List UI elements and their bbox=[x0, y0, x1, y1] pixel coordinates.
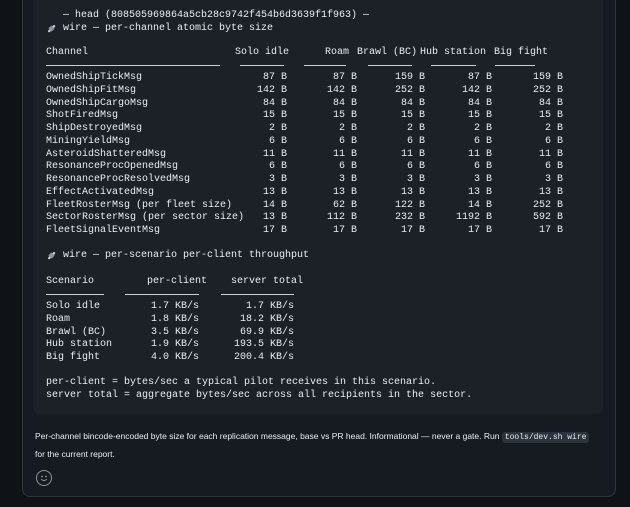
channel-size-cell: 14 B bbox=[262, 199, 287, 211]
channel-header-rule bbox=[495, 65, 535, 66]
channel-name-cell: OwnedShipTickMsg bbox=[46, 72, 143, 83]
channel-size-cell: 252 B bbox=[532, 199, 563, 211]
channel-header-rule bbox=[431, 65, 476, 66]
channel-size-cell: 252 B bbox=[532, 84, 563, 96]
channel-size-cell: 6 B bbox=[473, 135, 492, 147]
channel-name-cell: FleetRosterMsg (per fleet size) bbox=[46, 199, 233, 211]
satellite-icon bbox=[47, 251, 56, 260]
channel-size-cell: 87 B bbox=[467, 72, 492, 83]
channel-header-0: Channel bbox=[46, 47, 89, 58]
channel-size-cell: 13 B bbox=[262, 212, 287, 224]
scenario-name-cell: Hub station bbox=[46, 339, 113, 351]
channel-size-cell: 11 B bbox=[467, 148, 492, 160]
code-block: — head (808505969864a5cb28c9742f454b6d36… bbox=[33, 0, 603, 414]
channel-size-cell: 142 B bbox=[461, 84, 492, 96]
channel-size-cell: 6 B bbox=[544, 135, 563, 147]
channel-size-cell: 13 B bbox=[262, 186, 287, 198]
scenario-rate-cell: 69.9 KB/s bbox=[239, 326, 294, 338]
channel-name-cell: FleetSignalEventMsg bbox=[46, 225, 161, 236]
channel-size-cell: 3 B bbox=[473, 174, 492, 185]
channel-size-cell: 3 B bbox=[268, 174, 287, 185]
channel-size-cell: 17 B bbox=[538, 225, 563, 236]
channel-name-cell: AsteroidShatteredMsg bbox=[46, 148, 167, 160]
add-reaction-button[interactable] bbox=[36, 470, 52, 486]
channel-size-cell: 592 B bbox=[532, 212, 563, 224]
channel-size-cell: 87 B bbox=[262, 72, 287, 83]
channel-size-cell: 84 B bbox=[538, 97, 563, 109]
channel-header-rule bbox=[368, 65, 412, 66]
note-server-total: server total = aggregate bytes/sec acros… bbox=[46, 390, 473, 401]
scenario-header-2: server total bbox=[231, 276, 304, 287]
scenario-rate-cell: 1.8 KB/s bbox=[150, 313, 199, 325]
channel-name-cell: ResonanceProcResolvedMsg bbox=[46, 174, 191, 185]
channel-name-cell: EffectActivatedMsg bbox=[46, 186, 155, 198]
channel-size-cell: 6 B bbox=[473, 161, 492, 173]
scenario-header-rule bbox=[221, 294, 294, 295]
wire-title-channel: wire — per-channel atomic byte size bbox=[63, 23, 274, 34]
smiley-icon bbox=[40, 475, 48, 482]
channel-header-1: Solo idle bbox=[235, 47, 290, 58]
channel-size-cell: 2 B bbox=[268, 123, 287, 134]
scenario-rate-cell: 4.0 KB/s bbox=[150, 352, 199, 363]
description-text-end: for the current report. bbox=[35, 449, 115, 459]
channel-size-cell: 84 B bbox=[262, 97, 287, 109]
channel-size-cell: 11 B bbox=[538, 148, 563, 160]
channel-header-rule bbox=[46, 65, 220, 66]
scenario-name-cell: Roam bbox=[46, 313, 71, 325]
scenario-header-rule bbox=[125, 294, 199, 295]
note-per-client: per-client = bytes/sec a typical pilot r… bbox=[46, 377, 437, 388]
scenario-header-rule bbox=[46, 294, 104, 295]
channel-name-cell: OwnedShipCargoMsg bbox=[46, 97, 149, 109]
head-line: — head (808505969864a5cb28c9742f454b6d36… bbox=[63, 10, 370, 21]
channel-size-cell: 15 B bbox=[467, 110, 492, 122]
channel-header-5: Big fight bbox=[494, 47, 549, 58]
channel-header-3: Brawl (BC) bbox=[357, 47, 418, 58]
channel-name-cell: ResonanceProcOpenedMsg bbox=[46, 161, 179, 173]
channel-size-cell: 13 B bbox=[538, 186, 563, 198]
scenario-rate-cell: 200.4 KB/s bbox=[233, 352, 294, 363]
channel-size-cell: 6 B bbox=[544, 161, 563, 173]
channel-header-rule bbox=[240, 65, 284, 66]
scenario-rate-cell: 193.5 KB/s bbox=[233, 339, 294, 351]
channel-name-cell: OwnedShipFitMsg bbox=[46, 84, 137, 96]
channel-size-cell: 14 B bbox=[467, 199, 492, 211]
satellite-icon bbox=[47, 24, 56, 33]
command-code: tools/dev.sh wire bbox=[501, 432, 590, 443]
scenario-rate-cell: 3.5 KB/s bbox=[150, 326, 199, 338]
channel-size-cell: 6 B bbox=[268, 135, 287, 147]
scenario-rate-cell: 18.2 KB/s bbox=[239, 313, 294, 325]
channel-size-cell: 11 B bbox=[262, 148, 287, 160]
channel-size-cell: 17 B bbox=[467, 225, 492, 236]
channel-header-rule bbox=[304, 65, 346, 66]
description-text: Per-channel bincode-encoded byte size fo… bbox=[35, 431, 502, 441]
channel-header-4: Hub station bbox=[420, 47, 487, 58]
channel-size-cell: 13 B bbox=[467, 186, 492, 198]
scenario-header-0: Scenario bbox=[46, 276, 95, 287]
scenario-rate-cell: 1.9 KB/s bbox=[150, 339, 199, 351]
scenario-name-cell: Solo idle bbox=[46, 301, 101, 312]
channel-name-cell: ShipDestroyedMsg bbox=[46, 123, 143, 134]
scenario-rate-cell: 1.7 KB/s bbox=[245, 301, 294, 312]
scenario-header-1: per-client bbox=[147, 276, 208, 287]
channel-size-cell: 84 B bbox=[467, 97, 492, 109]
channel-size-cell: 6 B bbox=[268, 161, 287, 173]
scenario-rate-cell: 1.7 KB/s bbox=[150, 301, 199, 312]
channel-size-cell: 142 B bbox=[256, 84, 287, 96]
comment-description: Per-channel bincode-encoded byte size fo… bbox=[35, 428, 595, 462]
scenario-name-cell: Big fight bbox=[46, 352, 101, 363]
channel-size-cell: 15 B bbox=[262, 110, 287, 122]
channel-size-cell: 2 B bbox=[473, 123, 492, 134]
scenario-name-cell: Brawl (BC) bbox=[46, 326, 107, 338]
wire-title-scenario: wire — per-scenario per-client throughpu… bbox=[63, 250, 310, 261]
channel-size-cell: 1192 B bbox=[455, 212, 492, 224]
channel-header-2: Roam bbox=[325, 47, 350, 58]
channel-size-cell: 15 B bbox=[538, 110, 563, 122]
channel-size-cell: 17 B bbox=[262, 225, 287, 236]
channel-name-cell: MiningYieldMsg bbox=[46, 135, 131, 147]
channel-size-cell: 3 B bbox=[544, 174, 563, 185]
channel-size-cell: 2 B bbox=[544, 123, 563, 134]
channel-name-cell: ShotFiredMsg bbox=[46, 110, 119, 122]
channel-size-cell: 159 B bbox=[532, 72, 563, 83]
